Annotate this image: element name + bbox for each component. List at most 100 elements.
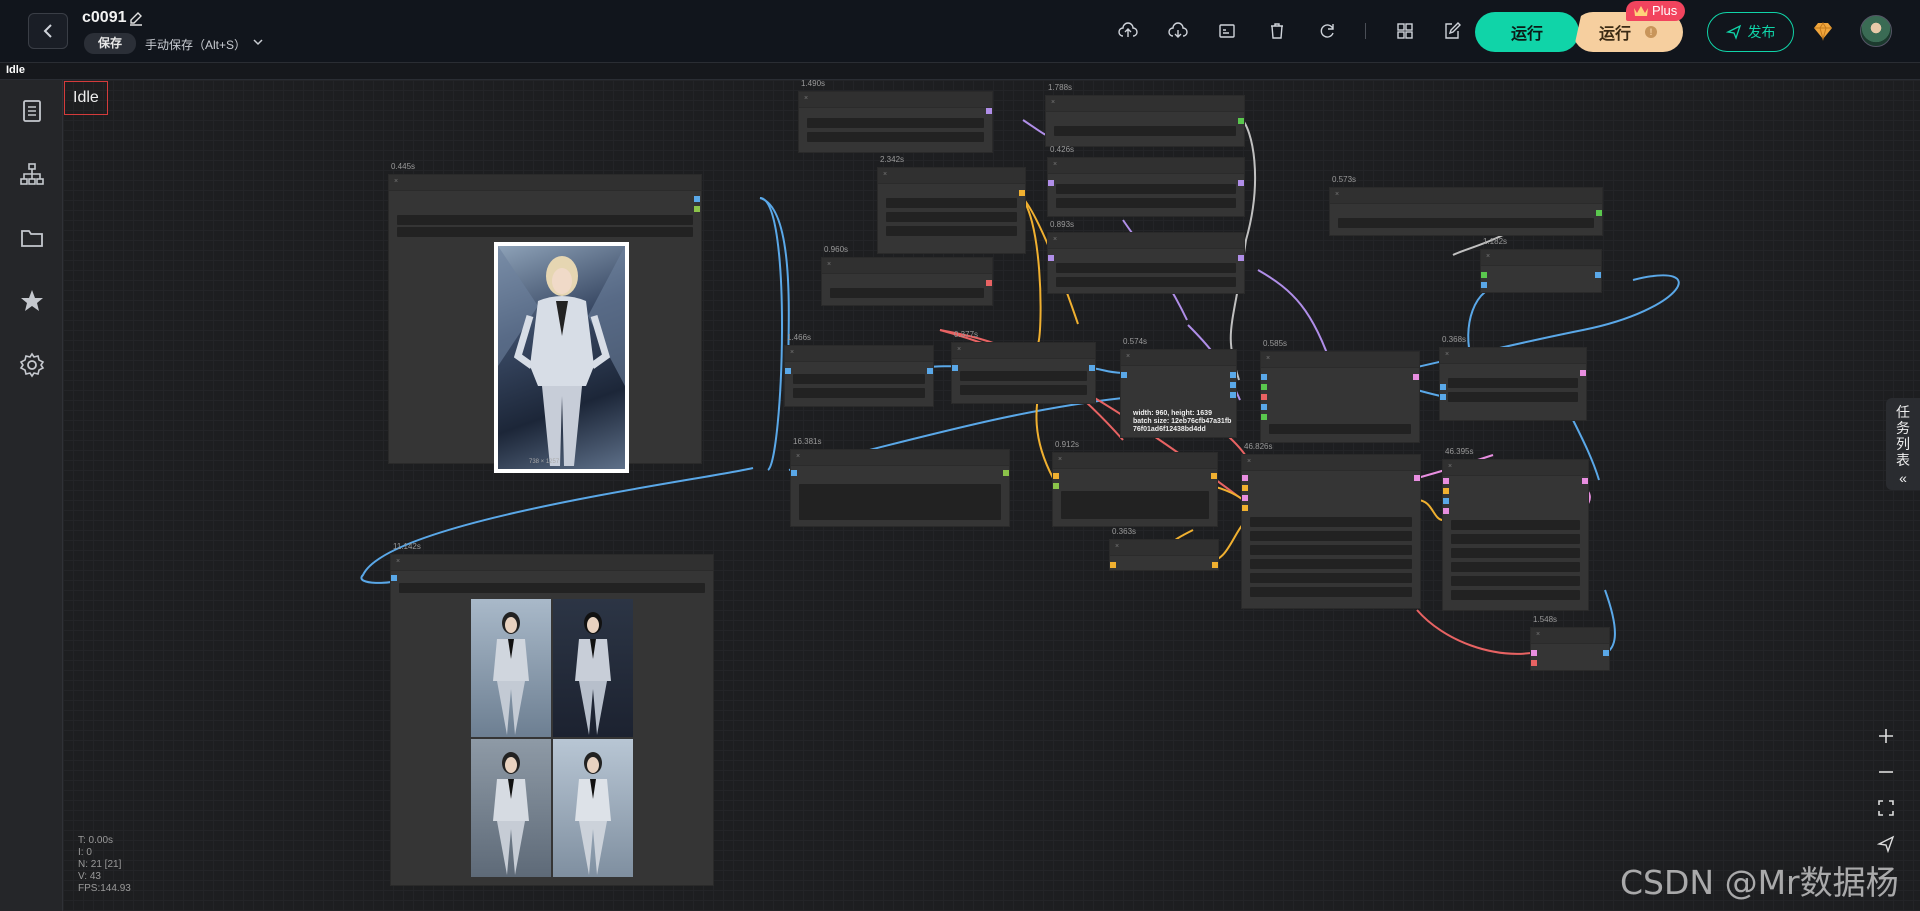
download-icon[interactable]: [1168, 21, 1188, 41]
output-slot[interactable]: [1595, 272, 1601, 278]
widget-field[interactable]: [1250, 517, 1412, 527]
input-slot[interactable]: [1242, 495, 1248, 501]
node-header[interactable]: ×: [389, 175, 701, 191]
widget-field[interactable]: [1451, 590, 1580, 600]
output-slot[interactable]: [986, 108, 992, 114]
output-slot[interactable]: [1238, 255, 1244, 261]
layout-icon[interactable]: [1395, 21, 1415, 41]
input-slot[interactable]: [1242, 485, 1248, 491]
widget-field[interactable]: [1056, 184, 1236, 194]
node-10[interactable]: 1.466s ×: [785, 333, 933, 406]
widget-field[interactable]: [807, 118, 984, 128]
widget-field[interactable]: [1056, 277, 1236, 287]
widget-field[interactable]: [399, 583, 705, 593]
run-button[interactable]: 运行: [1475, 12, 1579, 52]
node-header[interactable]: ×: [1110, 540, 1218, 556]
node-19[interactable]: 0.363s ×: [1110, 527, 1218, 570]
output-slot[interactable]: [694, 196, 700, 202]
widget-field[interactable]: [830, 288, 984, 298]
widget-field[interactable]: [1451, 562, 1580, 572]
widget-field[interactable]: [1250, 545, 1412, 555]
node-header[interactable]: ×: [799, 92, 992, 108]
input-slot[interactable]: [1048, 180, 1054, 186]
widget-field[interactable]: [807, 132, 984, 142]
output-slot[interactable]: [1230, 372, 1236, 378]
node-header[interactable]: ×: [822, 258, 992, 274]
input-slot[interactable]: [1481, 282, 1487, 288]
node-16[interactable]: 0.912s ×: [1053, 440, 1217, 526]
avatar[interactable]: [1860, 15, 1892, 47]
widget-field[interactable]: [960, 371, 1087, 381]
node-header[interactable]: ×: [1053, 453, 1217, 469]
node-4[interactable]: 2.342s ×: [878, 155, 1025, 253]
widget-field[interactable]: [1451, 520, 1580, 530]
output-image-1[interactable]: [471, 599, 551, 737]
node-header[interactable]: ×: [1330, 188, 1602, 204]
node-9[interactable]: 1.182s ×: [1481, 237, 1601, 292]
node-header[interactable]: ×: [1443, 460, 1588, 476]
back-button[interactable]: [28, 13, 68, 49]
node-3[interactable]: 1.788s ×: [1046, 83, 1244, 146]
node-8[interactable]: 0.573s ×: [1330, 175, 1602, 235]
output-slot[interactable]: [1089, 365, 1095, 371]
node-header[interactable]: ×: [1048, 158, 1244, 174]
input-slot[interactable]: [1242, 505, 1248, 511]
output-slot[interactable]: [1212, 562, 1218, 568]
diamond-icon[interactable]: [1812, 21, 1834, 41]
output-slot[interactable]: [1596, 210, 1602, 216]
widget-field[interactable]: [886, 212, 1017, 222]
widget-field[interactable]: [799, 484, 1001, 520]
output-slot[interactable]: [694, 206, 700, 212]
document-icon[interactable]: [19, 98, 45, 124]
node-header[interactable]: ×: [1121, 350, 1236, 366]
node-header[interactable]: ×: [1048, 233, 1244, 249]
widget-field[interactable]: [1250, 559, 1412, 569]
widget-field[interactable]: [1250, 587, 1412, 597]
widget-field[interactable]: [397, 227, 693, 237]
output-image-2[interactable]: [553, 599, 633, 737]
node-15[interactable]: 16.381s ×: [791, 437, 1009, 526]
input-slot[interactable]: [1048, 255, 1054, 261]
publish-button[interactable]: 发布: [1707, 12, 1794, 52]
node-header[interactable]: ×: [1440, 348, 1586, 364]
output-slot[interactable]: [1580, 370, 1586, 376]
node-header[interactable]: ×: [1481, 250, 1601, 266]
node-save-image[interactable]: 11.142s ×: [391, 542, 713, 885]
input-slot[interactable]: [1261, 414, 1267, 420]
save-badge[interactable]: 保存: [84, 33, 137, 54]
save-mode-label[interactable]: 手动保存（Alt+S）: [145, 36, 246, 53]
upload-icon[interactable]: [1118, 21, 1138, 41]
input-slot[interactable]: [1481, 272, 1487, 278]
input-slot[interactable]: [1443, 498, 1449, 504]
widget-field[interactable]: [1250, 573, 1412, 583]
node-2[interactable]: 1.490s ×: [799, 80, 992, 152]
input-slot[interactable]: [1121, 372, 1127, 378]
output-slot[interactable]: [1019, 190, 1025, 196]
input-slot[interactable]: [785, 368, 791, 374]
node-6[interactable]: 0.960s ×: [822, 245, 992, 305]
output-image-3[interactable]: [471, 739, 551, 877]
input-slot[interactable]: [1261, 374, 1267, 380]
export-icon[interactable]: [1217, 21, 1237, 41]
input-slot[interactable]: [1531, 660, 1537, 666]
input-slot[interactable]: [1261, 384, 1267, 390]
node-header[interactable]: ×: [1046, 96, 1244, 112]
note-edit-icon[interactable]: [1442, 21, 1462, 41]
node-5[interactable]: 0.426s ×: [1048, 145, 1244, 216]
widget-field[interactable]: [1338, 218, 1594, 228]
node-load-image[interactable]: 0.445s × 738 × 1257: [389, 162, 701, 473]
widget-field[interactable]: [1451, 548, 1580, 558]
output-slot[interactable]: [1238, 118, 1244, 124]
widget-field[interactable]: [1056, 263, 1236, 273]
input-slot[interactable]: [1053, 473, 1059, 479]
node-header[interactable]: ×: [1242, 455, 1420, 471]
delete-icon[interactable]: [1267, 21, 1287, 41]
input-slot[interactable]: [1531, 650, 1537, 656]
output-slot[interactable]: [1211, 473, 1217, 479]
output-slot[interactable]: [1603, 650, 1609, 656]
widget-field[interactable]: [793, 374, 925, 384]
node-header[interactable]: ×: [878, 168, 1025, 184]
node-header[interactable]: ×: [791, 450, 1009, 466]
output-slot[interactable]: [1414, 475, 1420, 481]
widget-field[interactable]: [1269, 424, 1411, 434]
